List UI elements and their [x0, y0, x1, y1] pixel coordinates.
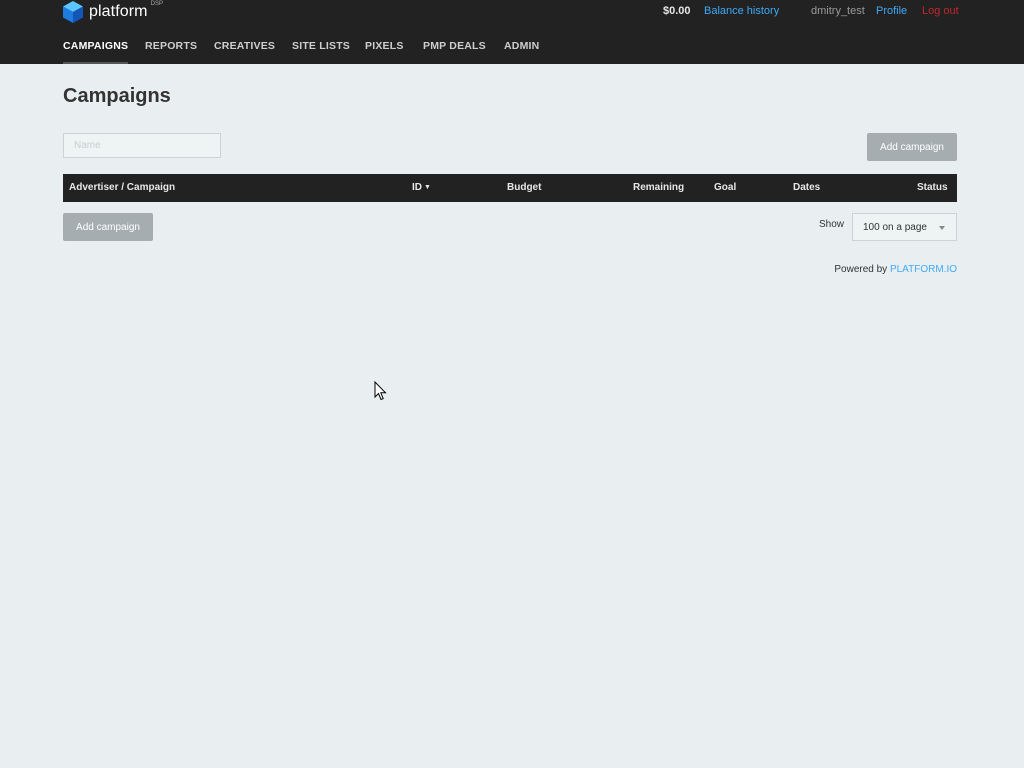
column-header-goal[interactable]: Goal	[714, 174, 736, 202]
column-header-remaining[interactable]: Remaining	[633, 174, 684, 202]
balance-history-link[interactable]: Balance history	[704, 4, 779, 18]
account-balance: $0.00	[663, 5, 691, 17]
platform-io-link[interactable]: PLATFORM.IO	[890, 264, 957, 275]
chevron-down-icon	[939, 226, 945, 230]
column-header-budget[interactable]: Budget	[507, 174, 541, 202]
nav-item-reports[interactable]: REPORTS	[145, 40, 197, 64]
column-header-advertiser-campaign[interactable]: Advertiser / Campaign	[69, 174, 175, 202]
top-bar: platform DSP $0.00 Balance history dmitr…	[0, 0, 1024, 64]
column-header-status[interactable]: Status	[917, 174, 948, 202]
nav-item-pixels[interactable]: PIXELS	[365, 40, 404, 64]
nav-item-admin[interactable]: ADMIN	[504, 40, 539, 64]
platform-logo[interactable]: platform DSP	[63, 1, 163, 23]
nav-item-creatives[interactable]: CREATIVES	[214, 40, 275, 64]
powered-by-label: Powered by	[834, 264, 888, 275]
campaigns-table-header: Advertiser / Campaign ID ▼ Budget Remaini…	[63, 174, 957, 202]
profile-link[interactable]: Profile	[876, 4, 907, 18]
username: dmitry_test	[811, 5, 865, 17]
nav-item-campaigns[interactable]: CAMPAIGNS	[63, 40, 129, 64]
column-header-id-label: ID	[412, 182, 422, 193]
show-label: Show	[819, 219, 845, 230]
powered-by: Powered by PLATFORM.IO	[834, 264, 957, 275]
logout-link[interactable]: Log out	[922, 4, 959, 18]
campaign-name-search-input[interactable]	[63, 133, 221, 158]
page-title: Campaigns	[63, 85, 171, 107]
nav-item-pmp-deals[interactable]: PMP DEALS	[423, 40, 486, 64]
nav-item-site-lists[interactable]: SITE LISTS	[292, 40, 350, 64]
column-header-id[interactable]: ID ▼	[412, 174, 431, 202]
logo-text: platform	[89, 3, 148, 20]
cube-logo-icon	[63, 1, 83, 23]
add-campaign-button-top[interactable]: Add campaign	[867, 133, 957, 161]
sort-down-icon: ▼	[424, 184, 431, 191]
column-header-dates[interactable]: Dates	[793, 174, 820, 202]
logo-superscript: DSP	[150, 1, 163, 7]
mouse-pointer-icon	[374, 381, 387, 401]
page-size-select[interactable]: 100 on a page	[852, 213, 957, 241]
page-size-value: 100 on a page	[863, 222, 927, 233]
add-campaign-button-bottom[interactable]: Add campaign	[63, 213, 153, 241]
